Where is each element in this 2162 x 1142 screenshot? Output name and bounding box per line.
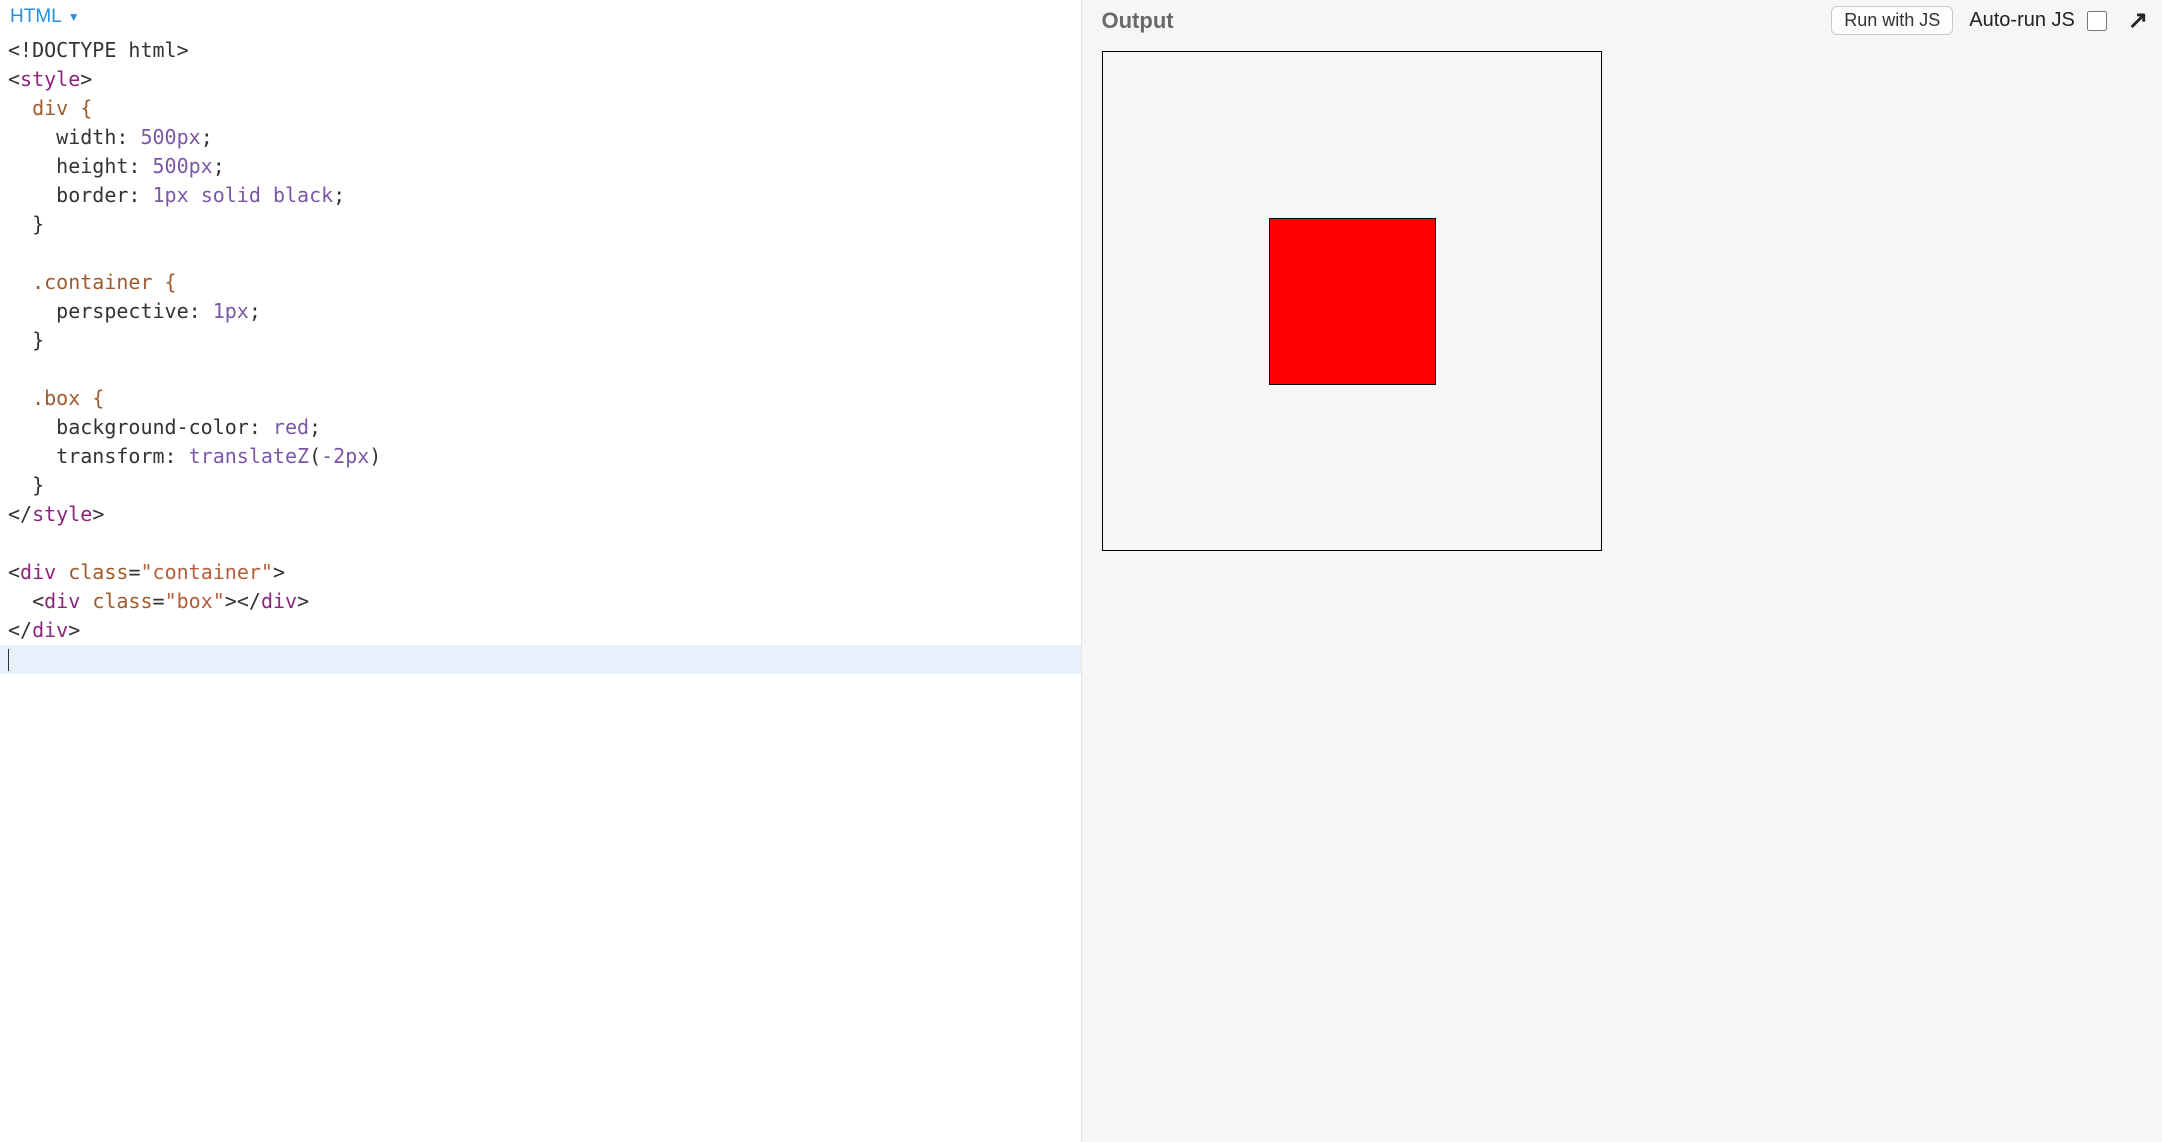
app-root: HTML ▼ <!DOCTYPE html> <style> div { wid… — [0, 0, 2162, 1142]
expand-icon[interactable]: ↗ — [2126, 9, 2150, 33]
run-button[interactable]: Run with JS — [1831, 6, 1953, 35]
autorun-label: Auto-run JS — [1969, 9, 2075, 32]
language-selector[interactable]: HTML ▼ — [10, 6, 80, 28]
autorun-toggle[interactable]: Auto-run JS — [1969, 8, 2110, 34]
code-editor[interactable]: <!DOCTYPE html> <style> div { width: 500… — [0, 32, 1081, 1142]
output-header: Output Run with JS Auto-run JS ↗ — [1082, 0, 2162, 41]
autorun-checkbox[interactable] — [2087, 11, 2107, 31]
preview-area — [1082, 41, 2162, 1142]
language-label: HTML — [10, 6, 62, 28]
chevron-down-icon: ▼ — [68, 10, 80, 24]
editor-pane: HTML ▼ <!DOCTYPE html> <style> div { wid… — [0, 0, 1081, 1142]
preview-box — [1269, 218, 1436, 385]
editor-header: HTML ▼ — [0, 0, 1081, 32]
preview-container — [1102, 51, 1602, 551]
output-title: Output — [1102, 8, 1816, 34]
output-pane: Output Run with JS Auto-run JS ↗ — [1081, 0, 2162, 1142]
